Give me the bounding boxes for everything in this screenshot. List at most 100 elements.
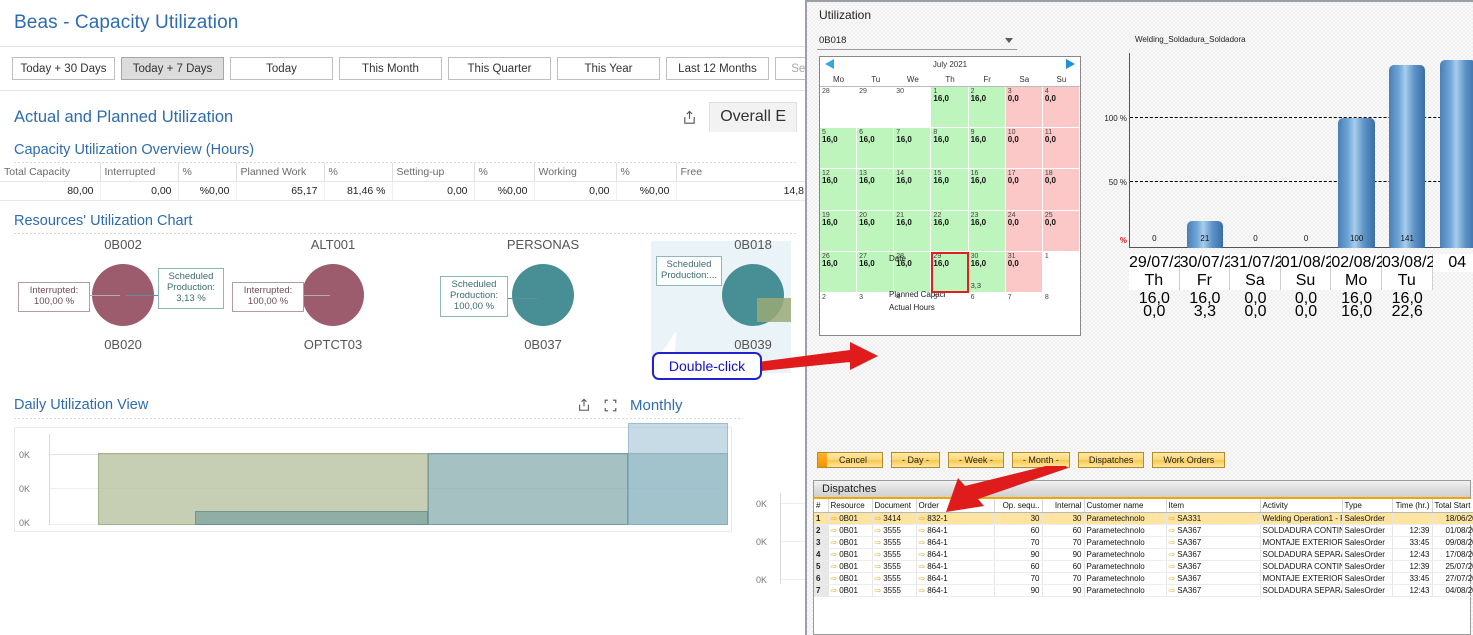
table-cell[interactable]: ⇨SA367 bbox=[1166, 537, 1260, 549]
table-row[interactable]: 7⇨0B01⇨3555⇨864-19090Parametechnolo⇨SA36… bbox=[814, 585, 1473, 597]
table-cell[interactable]: Parametechnolo bbox=[1084, 573, 1166, 585]
dispatches-col-header[interactable]: Activity bbox=[1260, 499, 1342, 513]
table-cell[interactable]: ⇨3555 bbox=[872, 537, 916, 549]
table-cell[interactable]: ⇨3555 bbox=[872, 561, 916, 573]
calendar-day-cell[interactable]: 2316,0 bbox=[969, 211, 1006, 252]
table-cell[interactable]: ⇨0B01 bbox=[828, 513, 872, 525]
table-cell[interactable]: 09/08/2022 bbox=[1432, 537, 1473, 549]
table-cell[interactable]: 70 bbox=[1042, 573, 1084, 585]
table-cell[interactable]: ⇨3555 bbox=[872, 525, 916, 537]
table-cell[interactable]: ⇨SA367 bbox=[1166, 573, 1260, 585]
arrow-left-icon[interactable] bbox=[825, 59, 834, 69]
calendar-day-cell[interactable]: 29 bbox=[857, 87, 894, 128]
table-cell[interactable]: 18/06/2021 bbox=[1432, 513, 1473, 525]
table-cell[interactable]: SalesOrder bbox=[1342, 513, 1392, 525]
calendar-day-cell[interactable]: 2 bbox=[820, 293, 857, 334]
table-cell[interactable]: SOLDADURA CONTINI bbox=[1260, 561, 1342, 573]
table-cell[interactable]: ⇨864-1 bbox=[916, 549, 994, 561]
table-cell[interactable]: ⇨0B01 bbox=[828, 525, 872, 537]
calendar-day-cell[interactable]: 1616,0 bbox=[969, 169, 1006, 210]
link-arrow-icon[interactable]: ⇨ bbox=[831, 538, 838, 547]
link-arrow-icon[interactable]: ⇨ bbox=[875, 586, 882, 595]
table-cell[interactable]: 3 bbox=[814, 537, 828, 549]
calendar-day-cell[interactable]: 1416,0 bbox=[894, 169, 931, 210]
link-arrow-icon[interactable]: ⇨ bbox=[831, 550, 838, 559]
resource-cell-0b002[interactable]: 0B002 Interrupted: 100,00 % Scheduled Pr… bbox=[18, 237, 228, 352]
link-arrow-icon[interactable]: ⇨ bbox=[1169, 538, 1176, 547]
calendar-day-cell[interactable]: 116,0 bbox=[931, 87, 968, 128]
table-cell[interactable]: ⇨SA331 bbox=[1166, 513, 1260, 525]
link-arrow-icon[interactable]: ⇨ bbox=[919, 586, 926, 595]
table-cell[interactable]: 12:39 bbox=[1392, 525, 1432, 537]
table-cell[interactable]: ⇨864-1 bbox=[916, 585, 994, 597]
share-icon[interactable] bbox=[574, 395, 594, 415]
table-cell[interactable]: ⇨3555 bbox=[872, 573, 916, 585]
table-cell[interactable]: 5 bbox=[814, 561, 828, 573]
work-orders-button[interactable]: Work Orders bbox=[1152, 452, 1225, 468]
table-cell[interactable]: 60 bbox=[1042, 561, 1084, 573]
table-cell[interactable]: 7 bbox=[814, 585, 828, 597]
calendar-day-cell[interactable]: 240,0 bbox=[1006, 211, 1043, 252]
calendar-day-cell[interactable]: 310,0 bbox=[1006, 252, 1043, 293]
dispatches-col-header[interactable]: Document bbox=[872, 499, 916, 513]
table-cell[interactable]: Parametechnolo bbox=[1084, 513, 1166, 525]
table-cell[interactable]: MONTAJE EXTERIOR + bbox=[1260, 573, 1342, 585]
table-cell[interactable]: 6 bbox=[814, 573, 828, 585]
calendar-day-cell[interactable]: 4 bbox=[894, 293, 931, 334]
calendar-day-cell[interactable]: 516,0 bbox=[820, 128, 857, 169]
filter-today-7-days[interactable]: Today + 7 Days bbox=[121, 57, 224, 80]
link-arrow-icon[interactable]: ⇨ bbox=[875, 574, 882, 583]
calendar-day-cell[interactable]: 180,0 bbox=[1043, 169, 1080, 210]
dispatches-button[interactable]: Dispatches bbox=[1078, 452, 1145, 468]
table-cell[interactable]: 17/08/2022 bbox=[1432, 549, 1473, 561]
link-arrow-icon[interactable]: ⇨ bbox=[919, 514, 926, 523]
table-cell[interactable]: 70 bbox=[994, 537, 1042, 549]
utilization-calendar[interactable]: July 2021 Mo Tu We Th Fr Sa Su 282930116… bbox=[819, 56, 1081, 336]
table-cell[interactable]: ⇨0B01 bbox=[828, 561, 872, 573]
table-cell[interactable]: SalesOrder bbox=[1342, 537, 1392, 549]
calendar-day-cell[interactable]: 250,0 bbox=[1043, 211, 1080, 252]
table-cell[interactable]: MONTAJE EXTERIOR + bbox=[1260, 537, 1342, 549]
calendar-day-cell[interactable]: 1516,0 bbox=[931, 169, 968, 210]
table-cell[interactable]: ⇨SA367 bbox=[1166, 549, 1260, 561]
link-arrow-icon[interactable]: ⇨ bbox=[831, 586, 838, 595]
table-cell[interactable]: 33:45 bbox=[1392, 537, 1432, 549]
calendar-day-cell[interactable]: 30 bbox=[894, 87, 931, 128]
resource-cell-alt001[interactable]: ALT001 Interrupted: 100,00 % OPTCT03 bbox=[228, 237, 438, 352]
link-arrow-icon[interactable]: ⇨ bbox=[875, 562, 882, 571]
table-cell[interactable]: SalesOrder bbox=[1342, 573, 1392, 585]
calendar-day-cell[interactable]: 716,0 bbox=[894, 128, 931, 169]
table-cell[interactable]: 90 bbox=[994, 549, 1042, 561]
dispatches-col-header[interactable]: Resource bbox=[828, 499, 872, 513]
pie-chart[interactable] bbox=[512, 264, 574, 326]
link-arrow-icon[interactable]: ⇨ bbox=[919, 538, 926, 547]
table-cell[interactable]: 60 bbox=[994, 525, 1042, 537]
table-cell[interactable]: Parametechnolo bbox=[1084, 537, 1166, 549]
filter-last-12-months[interactable]: Last 12 Months bbox=[666, 57, 769, 80]
table-cell[interactable]: SalesOrder bbox=[1342, 585, 1392, 597]
arrow-right-icon[interactable] bbox=[1066, 59, 1075, 69]
link-arrow-icon[interactable]: ⇨ bbox=[919, 574, 926, 583]
table-cell[interactable]: 70 bbox=[994, 573, 1042, 585]
calendar-day-cell[interactable]: 3016,03,3 bbox=[969, 252, 1006, 293]
link-arrow-icon[interactable]: ⇨ bbox=[831, 526, 838, 535]
table-cell[interactable]: 33:45 bbox=[1392, 573, 1432, 585]
calendar-day-cell[interactable]: 1916,0 bbox=[820, 211, 857, 252]
table-cell[interactable]: ⇨SA367 bbox=[1166, 561, 1260, 573]
fullscreen-icon[interactable] bbox=[600, 395, 620, 415]
day-button[interactable]: - Day - bbox=[891, 452, 940, 468]
filter-this-quarter[interactable]: This Quarter bbox=[448, 57, 551, 80]
link-arrow-icon[interactable]: ⇨ bbox=[1169, 562, 1176, 571]
calendar-day-cell[interactable]: 916,0 bbox=[969, 128, 1006, 169]
table-cell[interactable]: SalesOrder bbox=[1342, 549, 1392, 561]
table-cell[interactable]: 25/07/2022 bbox=[1432, 561, 1473, 573]
table-row[interactable]: 4⇨0B01⇨3555⇨864-19090Parametechnolo⇨SA36… bbox=[814, 549, 1473, 561]
link-arrow-icon[interactable]: ⇨ bbox=[919, 550, 926, 559]
table-cell[interactable]: 60 bbox=[994, 561, 1042, 573]
table-cell[interactable]: Parametechnolo bbox=[1084, 549, 1166, 561]
table-row[interactable]: 3⇨0B01⇨3555⇨864-17070Parametechnolo⇨SA36… bbox=[814, 537, 1473, 549]
table-cell[interactable]: ⇨864-1 bbox=[916, 561, 994, 573]
calendar-day-cell[interactable]: 5 bbox=[931, 293, 968, 334]
calendar-day-cell[interactable]: 110,0 bbox=[1043, 128, 1080, 169]
calendar-day-cell[interactable]: 170,0 bbox=[1006, 169, 1043, 210]
